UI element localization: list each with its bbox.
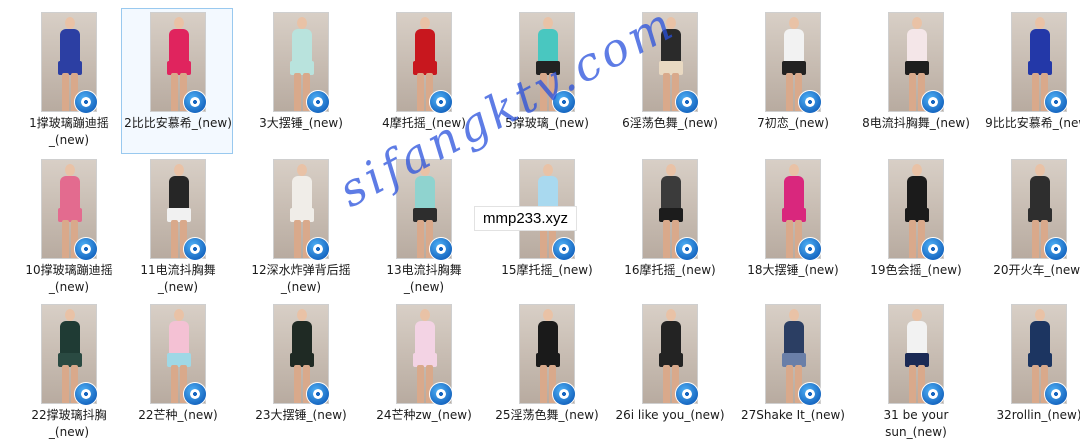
- file-name-label: 26i like you_(new): [615, 408, 725, 422]
- filename-tooltip: mmp233.xyz: [474, 206, 578, 231]
- video-player-icon: [75, 91, 97, 113]
- video-file-item[interactable]: 9比比安慕希_(new): [982, 8, 1080, 154]
- file-name-label: 12深水炸弹背后摇_(new): [251, 263, 351, 294]
- video-player-icon: [430, 238, 452, 260]
- video-file-item[interactable]: 19色会摇_(new): [859, 155, 971, 301]
- video-player-icon: [922, 91, 944, 113]
- file-name-label: 2比比安慕希_(new): [124, 116, 232, 130]
- video-player-icon: [553, 383, 575, 405]
- video-player-icon: [75, 383, 97, 405]
- video-file-item[interactable]: 26i like you_(new): [613, 300, 725, 446]
- file-name-label: 31 be your sun_(new): [883, 408, 949, 439]
- video-file-item[interactable]: 20开火车_(new): [982, 155, 1080, 301]
- video-player-icon: [922, 238, 944, 260]
- file-name-label: 11电流抖胸舞_(new): [140, 263, 216, 294]
- file-name-label: 15摩托摇_(new): [501, 263, 593, 277]
- file-name-label: 18大摆锤_(new): [747, 263, 839, 277]
- video-file-item[interactable]: 18大摆锤_(new): [736, 155, 848, 301]
- video-file-item[interactable]: 25淫荡色舞_(new): [490, 300, 602, 446]
- video-player-icon: [1045, 91, 1067, 113]
- file-name-label: 24芒种zw_(new): [376, 408, 472, 422]
- file-name-label: 1撑玻璃蹦迪摇_(new): [29, 116, 109, 147]
- file-name-label: 16摩托摇_(new): [624, 263, 716, 277]
- file-name-label: 27Shake It_(new): [741, 408, 845, 422]
- file-name-label: 19色会摇_(new): [870, 263, 962, 277]
- video-player-icon: [676, 383, 698, 405]
- video-player-icon: [553, 91, 575, 113]
- video-file-item[interactable]: 2比比安慕希_(new): [121, 8, 233, 154]
- file-name-label: 4摩托摇_(new): [382, 116, 466, 130]
- video-file-item[interactable]: 13电流抖胸舞_(new): [367, 155, 479, 301]
- video-file-item[interactable]: 11电流抖胸舞_(new): [121, 155, 233, 301]
- file-name-label: 22撑玻璃抖胸_(new): [31, 408, 107, 439]
- video-player-icon: [553, 238, 575, 260]
- video-file-item[interactable]: 4摩托摇_(new): [367, 8, 479, 154]
- video-player-icon: [184, 91, 206, 113]
- video-file-item[interactable]: 6淫荡色舞_(new): [613, 8, 725, 154]
- video-player-icon: [676, 238, 698, 260]
- video-player-icon: [75, 238, 97, 260]
- video-file-item[interactable]: 10撑玻璃蹦迪摇_(new): [12, 155, 124, 301]
- file-name-label: 23大摆锤_(new): [255, 408, 347, 422]
- video-file-item[interactable]: 31 be your sun_(new): [859, 300, 971, 446]
- video-file-item[interactable]: 23大摆锤_(new): [244, 300, 356, 446]
- video-player-icon: [307, 238, 329, 260]
- video-player-icon: [184, 383, 206, 405]
- file-name-label: 32rollin_(new): [996, 408, 1080, 422]
- file-name-label: 20开火车_(new): [993, 263, 1080, 277]
- file-name-label: 9比比安慕希_(new): [985, 116, 1080, 130]
- video-player-icon: [799, 91, 821, 113]
- video-file-item[interactable]: 12深水炸弹背后摇_(new): [244, 155, 356, 301]
- video-player-icon: [307, 383, 329, 405]
- video-file-item[interactable]: 16摩托摇_(new): [613, 155, 725, 301]
- video-player-icon: [430, 383, 452, 405]
- video-player-icon: [307, 91, 329, 113]
- video-file-item[interactable]: 22撑玻璃抖胸_(new): [12, 300, 124, 446]
- file-name-label: 25淫荡色舞_(new): [495, 408, 599, 422]
- video-file-item[interactable]: 1撑玻璃蹦迪摇_(new): [12, 8, 124, 154]
- file-name-label: 8电流抖胸舞_(new): [862, 116, 970, 130]
- video-player-icon: [1045, 238, 1067, 260]
- file-name-label: 5撑玻璃_(new): [505, 116, 589, 130]
- file-name-label: 6淫荡色舞_(new): [622, 116, 718, 130]
- file-name-label: 13电流抖胸舞_(new): [386, 263, 462, 294]
- video-file-item[interactable]: 24芒种zw_(new): [367, 300, 479, 446]
- video-file-item[interactable]: 22芒种_(new): [121, 300, 233, 446]
- video-file-item[interactable]: 8电流抖胸舞_(new): [859, 8, 971, 154]
- video-player-icon: [676, 91, 698, 113]
- video-player-icon: [799, 238, 821, 260]
- video-file-item[interactable]: 5撑玻璃_(new): [490, 8, 602, 154]
- video-file-item[interactable]: 27Shake It_(new): [736, 300, 848, 446]
- video-player-icon: [922, 383, 944, 405]
- file-name-label: 10撑玻璃蹦迪摇_(new): [25, 263, 113, 294]
- file-name-label: 22芒种_(new): [138, 408, 218, 422]
- file-name-label: 3大摆锤_(new): [259, 116, 343, 130]
- video-player-icon: [1045, 383, 1067, 405]
- video-file-item[interactable]: 3大摆锤_(new): [244, 8, 356, 154]
- video-player-icon: [430, 91, 452, 113]
- video-file-item[interactable]: 7初恋_(new): [736, 8, 848, 154]
- file-name-label: 7初恋_(new): [757, 116, 829, 130]
- video-player-icon: [799, 383, 821, 405]
- video-player-icon: [184, 238, 206, 260]
- video-file-item[interactable]: 32rollin_(new): [982, 300, 1080, 446]
